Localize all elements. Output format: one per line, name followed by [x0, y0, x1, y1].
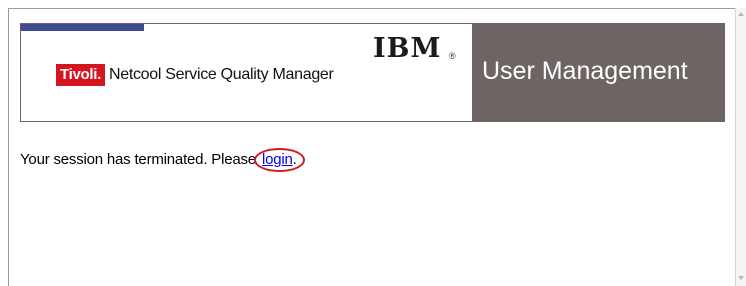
- ibm-logo: IBM: [373, 33, 442, 64]
- registered-mark: ®: [449, 51, 456, 61]
- product-branding: Tivoli. Netcool Service Quality Manager: [56, 64, 334, 86]
- session-message-text: Your session has terminated. Please: [20, 151, 256, 168]
- session-message: Your session has terminated. Please login…: [20, 148, 305, 172]
- page-title: User Management: [482, 57, 688, 85]
- scroll-up-icon[interactable]: [738, 12, 744, 16]
- scroll-down-icon[interactable]: [738, 276, 744, 280]
- trailing-period: .: [292, 151, 297, 168]
- tivoli-logo: Tivoli.: [56, 64, 105, 86]
- title-panel: User Management: [472, 24, 724, 121]
- vertical-scrollbar[interactable]: [735, 8, 746, 286]
- banner-accent-bar: [21, 24, 144, 31]
- login-link[interactable]: login: [262, 151, 293, 168]
- login-highlight: login.: [253, 148, 305, 172]
- product-name: Netcool Service Quality Manager: [108, 66, 334, 83]
- header-banner: Tivoli. Netcool Service Quality Manager …: [20, 23, 725, 122]
